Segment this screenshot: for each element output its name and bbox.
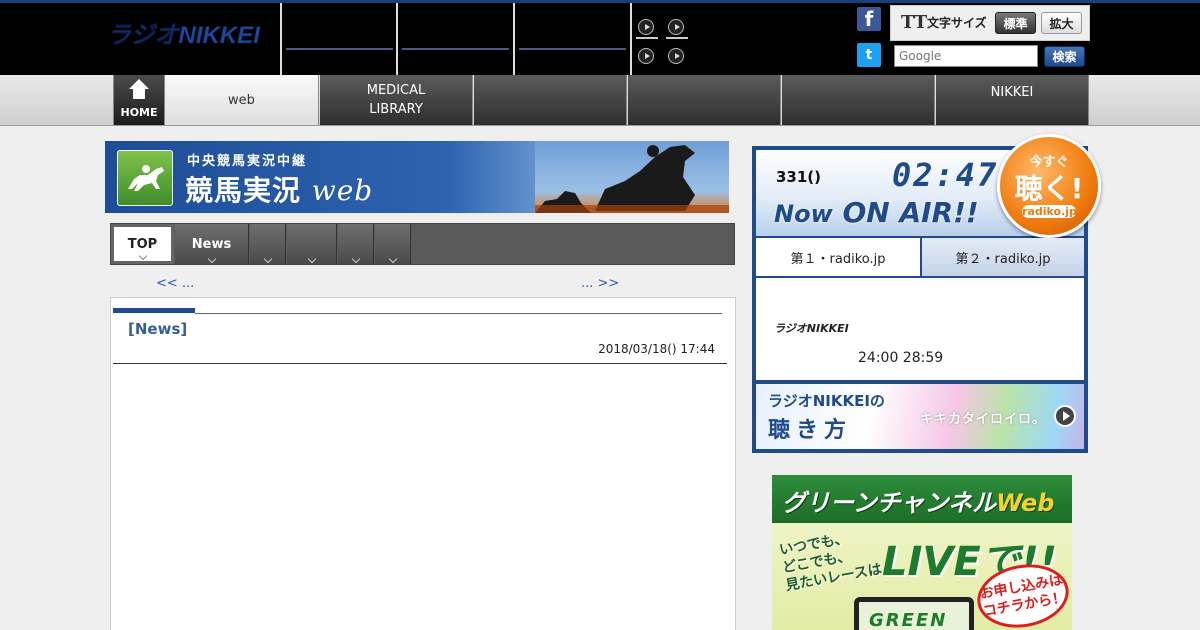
nav-home-label: HOME [120, 105, 158, 119]
article-rule [113, 363, 727, 364]
tab-4[interactable] [287, 224, 337, 264]
arrow-right-icon[interactable] [668, 48, 684, 64]
radio-nikkei-logo[interactable]: ラジオNIKKEI [107, 17, 277, 51]
font-size-standard-button[interactable]: 標準 [995, 12, 1036, 34]
home-icon [128, 78, 150, 101]
site-header: ラジオNIKKEI f t TT 文字サイズ 標準 拡大 検索 [0, 0, 1200, 75]
radiko-label: radiko.jp [1022, 205, 1077, 218]
font-size-label: 文字サイズ [927, 16, 987, 30]
how-to-listen-banner[interactable]: ラジオNIKKEIの 聴き方 キキカタイロイロ。 [756, 384, 1084, 449]
onair-label: ON AIR!! [842, 196, 979, 229]
onair-date: 331() [776, 168, 822, 186]
program-logo: ラジオNIKKEI [774, 322, 849, 335]
tab-6[interactable] [375, 224, 411, 264]
green-channel-title-suffix: Web [996, 489, 1055, 517]
arrow-right-icon[interactable] [638, 19, 654, 35]
chevron-down-icon [307, 254, 316, 264]
tab-3[interactable] [250, 224, 286, 264]
tab-channel-2[interactable]: 第２・radiko.jp [922, 238, 1084, 276]
green-channel-tagline: いつでも、 どこでも、 見たいレースは [778, 525, 883, 595]
tab-top[interactable]: TOP [111, 224, 174, 264]
arrow-link-underline [666, 37, 688, 39]
program-hours: 24:00 28:59 [858, 350, 944, 366]
how-to-listen-line2: 聴き方 [768, 418, 853, 443]
pager-next-link[interactable]: ... >> [581, 276, 619, 291]
search-button[interactable]: 検索 [1044, 46, 1085, 67]
tv-icon: GREEN [854, 597, 974, 630]
nav-item-4[interactable] [628, 75, 781, 125]
nav-home[interactable]: HOME [113, 75, 165, 125]
banner-title: 競馬実況 web [185, 169, 373, 209]
nav-item-3[interactable] [474, 75, 627, 125]
tab-5[interactable] [338, 224, 374, 264]
tab-top-label: TOP [127, 236, 158, 252]
chevron-down-icon [263, 254, 272, 264]
header-arrow-links [630, 3, 690, 75]
chevron-down-icon [351, 254, 360, 264]
article-date: 2018/03/18() 17:44 [598, 342, 715, 356]
green-channel-title-main: グリーンチャンネル [782, 489, 997, 517]
nav-item-5[interactable] [782, 75, 935, 125]
header-link-2[interactable] [396, 3, 513, 75]
header-link-3[interactable] [513, 3, 630, 75]
banner-subtitle: 中央競馬実況中継 [187, 154, 308, 169]
header-link-1[interactable] [280, 3, 397, 75]
search-input[interactable] [894, 45, 1038, 67]
font-size-large-button[interactable]: 拡大 [1041, 12, 1082, 34]
horse-racing-photo [535, 141, 729, 213]
twitter-icon[interactable]: t [857, 43, 881, 67]
play-icon [1054, 405, 1076, 427]
onair-now-label: Now [774, 200, 833, 228]
chevron-down-icon [388, 254, 397, 264]
onair-clock: 02:47 [892, 156, 999, 194]
section-subnav: TOP News [110, 223, 735, 265]
chevron-down-icon [207, 254, 216, 264]
onair-widget: 331() 02:47 Now ON AIR!! 今すぐ 聴く! radiko.… [752, 134, 1101, 453]
tab-channel-1[interactable]: 第１・radiko.jp [756, 238, 920, 276]
listen-now-big: 聴く! [1014, 172, 1084, 205]
global-nav: HOME web MEDICAL LIBRARY NIKKEI [0, 75, 1200, 126]
pager-prev-link[interactable]: << ... [156, 276, 194, 291]
green-channel-header: グリーンチャンネルWeb [772, 475, 1072, 523]
listen-now-button[interactable]: 今すぐ 聴く! radiko.jp [997, 134, 1101, 238]
how-to-listen-tagline: キキカタイロイロ。 [920, 412, 1047, 427]
tab-news[interactable]: News [175, 224, 249, 264]
onair-program: ラジオNIKKEI 24:00 28:59 [756, 278, 1084, 380]
racehorse-icon [117, 150, 173, 206]
article-title: [News] [128, 320, 188, 338]
arrow-right-icon[interactable] [638, 48, 654, 64]
nav-item-nikkei[interactable]: NIKKEI [936, 75, 1089, 125]
arrow-right-icon[interactable] [668, 19, 684, 35]
green-channel-title: グリーンチャンネルWeb [782, 483, 1055, 518]
green-channel-web-ad[interactable]: グリーンチャンネルWeb いつでも、 どこでも、 見たいレースは LIVEで!!… [772, 475, 1072, 630]
article-accent-bar [113, 308, 195, 313]
how-to-listen-line1: ラジオNIKKEIの [768, 392, 885, 410]
font-size-control: TT 文字サイズ 標準 拡大 [890, 5, 1090, 41]
svg-text:ラジオNIKKEI: ラジオNIKKEI [107, 22, 261, 49]
nav-item-web[interactable]: web [165, 75, 319, 125]
tab-news-label: News [191, 236, 232, 252]
banner-title-suffix: web [311, 174, 374, 207]
banner-title-main: 競馬実況 [185, 174, 302, 207]
nav-item-medical-library[interactable]: MEDICAL LIBRARY [320, 75, 473, 125]
keiba-jikkyo-banner[interactable]: 中央競馬実況中継 競馬実況 web [105, 141, 729, 213]
chevron-down-icon [138, 251, 147, 261]
arrow-link-underline [636, 37, 658, 39]
tv-label: GREEN [869, 610, 948, 630]
article-divider [195, 313, 722, 314]
article-panel: [News] 2018/03/18() 17:44 [110, 297, 736, 630]
font-size-icon: TT [901, 12, 928, 33]
onair-title: Now ON AIR!! [774, 196, 979, 229]
facebook-icon[interactable]: f [857, 7, 881, 31]
